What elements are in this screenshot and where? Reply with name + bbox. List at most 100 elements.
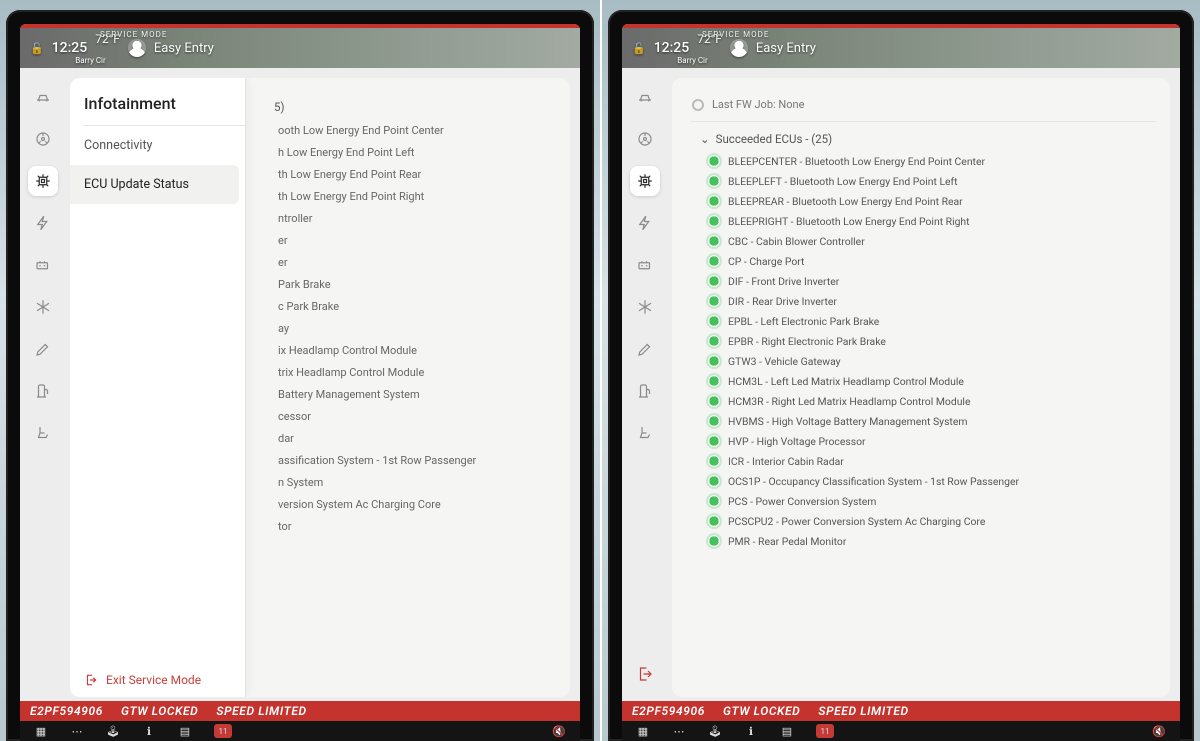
sidebar-fuel-icon[interactable] (28, 376, 58, 406)
ecu-label: Park Brake (278, 278, 331, 291)
sidebar-exit-icon[interactable] (630, 659, 660, 689)
sidebar-bolt-icon[interactable] (630, 208, 660, 238)
ecu-row-fragment[interactable]: dar (278, 428, 556, 448)
ecu-row[interactable]: EPBR - Right Electronic Park Brake (708, 332, 1156, 350)
ecu-row-fragment[interactable]: th Low Energy End Point Right (278, 186, 556, 206)
ecu-row-fragment[interactable]: tor (278, 516, 556, 536)
sidebar-snow-icon[interactable] (28, 292, 58, 322)
chevron-down-icon: ⌄ (700, 132, 710, 146)
submenu-ecu-update[interactable]: ECU Update Status (70, 165, 239, 204)
ecu-row-fragment[interactable]: ooth Low Energy End Point Center (278, 120, 556, 140)
status-ok-icon (708, 335, 720, 347)
status-time: 12:25 (52, 40, 88, 56)
ecu-row[interactable]: BLEEPRIGHT - Bluetooth Low Energy End Po… (708, 212, 1156, 230)
sidebar-pencil-icon[interactable] (28, 334, 58, 364)
sidebar-seat-icon[interactable] (28, 418, 58, 448)
ecu-row[interactable]: GTW3 - Vehicle Gateway (708, 352, 1156, 370)
sidebar-fuel-icon[interactable] (630, 376, 660, 406)
sidebar-battery-icon[interactable] (630, 250, 660, 280)
ecu-label: EPBR - Right Electronic Park Brake (728, 335, 886, 348)
ecu-row[interactable]: PCS - Power Conversion System (708, 492, 1156, 510)
ecu-row[interactable]: HVP - High Voltage Processor (708, 432, 1156, 450)
ecu-row[interactable]: HVBMS - High Voltage Battery Management … (708, 412, 1156, 430)
ecu-row[interactable]: CP - Charge Port (708, 252, 1156, 270)
ecu-row-fragment[interactable]: th Low Energy End Point Rear (278, 164, 556, 184)
ecu-label: er (278, 256, 288, 269)
dock-more-icon[interactable]: ⋯ (70, 724, 84, 738)
dock-info-icon[interactable]: ℹ (744, 724, 758, 738)
ecu-row-fragment[interactable]: version System Ac Charging Core (278, 494, 556, 514)
sidebar-battery-icon[interactable] (28, 250, 58, 280)
submenu-connectivity[interactable]: Connectivity (70, 126, 245, 165)
dock-calendar-icon[interactable]: 11 (214, 724, 232, 738)
ecu-group-header[interactable]: ⌄ Succeeded ECUs - (25) (690, 126, 1156, 152)
dock-app-icon[interactable]: ▦ (636, 724, 650, 738)
dock-more-icon[interactable]: ⋯ (672, 724, 686, 738)
dock-mute-icon[interactable]: 🔇 (552, 724, 566, 738)
sidebar-car-icon[interactable] (28, 82, 58, 112)
dock-grid-icon[interactable]: ▤ (780, 724, 794, 738)
sidebar-cpu-icon[interactable] (630, 166, 660, 196)
ecu-row-fragment[interactable]: ntroller (278, 208, 556, 228)
ecu-row-fragment[interactable]: h Low Energy End Point Left (278, 142, 556, 162)
ecu-label: BLEEPRIGHT - Bluetooth Low Energy End Po… (728, 215, 970, 228)
status-ok-icon (708, 415, 720, 427)
ecu-row-fragment[interactable]: ix Headlamp Control Module (278, 340, 556, 360)
ecu-row-fragment[interactable]: er (278, 252, 556, 272)
ecu-row[interactable]: PCSCPU2 - Power Conversion System Ac Cha… (708, 512, 1156, 530)
sidebar-bolt-icon[interactable] (28, 208, 58, 238)
ecu-row[interactable]: DIF - Front Drive Inverter (708, 272, 1156, 290)
ecu-row-fragment[interactable]: er (278, 230, 556, 250)
ecu-panel: Last FW Job: None ⌄ Succeeded ECUs - (25… (672, 84, 1170, 697)
dock-joystick-icon[interactable]: 🕹 (708, 724, 722, 738)
ecu-row[interactable]: BLEEPREAR - Bluetooth Low Energy End Poi… (708, 192, 1156, 210)
sidebar-car-icon[interactable] (630, 82, 660, 112)
ecu-row[interactable]: HCM3L - Left Led Matrix Headlamp Control… (708, 372, 1156, 390)
ecu-row[interactable]: BLEEPLEFT - Bluetooth Low Energy End Poi… (708, 172, 1156, 190)
dock-info-icon[interactable]: ℹ (142, 724, 156, 738)
ecu-group-header[interactable]: 5) (264, 94, 556, 120)
dock-joystick-icon[interactable]: 🕹 (106, 724, 120, 738)
ecu-row-fragment[interactable]: n System (278, 472, 556, 492)
ecu-row-fragment[interactable]: ay (278, 318, 556, 338)
status-ok-icon (708, 375, 720, 387)
ecu-label: h Low Energy End Point Left (278, 146, 415, 159)
ecu-row-fragment[interactable]: cessor (278, 406, 556, 426)
profile-icon[interactable] (128, 39, 146, 57)
ecu-row[interactable]: ICR - Interior Cabin Radar (708, 452, 1156, 470)
dock-grid-icon[interactable]: ▤ (178, 724, 192, 738)
profile-icon[interactable] (730, 39, 748, 57)
ecu-row-fragment[interactable]: c Park Brake (278, 296, 556, 316)
ecu-row[interactable]: BLEEPCENTER - Bluetooth Low Energy End P… (708, 152, 1156, 170)
dock-calendar-icon[interactable]: 11 (816, 724, 834, 738)
dock-mute-icon[interactable]: 🔇 (1152, 724, 1166, 738)
ecu-row-fragment[interactable]: assification System - 1st Row Passenger (278, 450, 556, 470)
sidebar-wheel-icon[interactable] (630, 124, 660, 154)
profile-name[interactable]: Easy Entry (756, 41, 816, 56)
sidebar-cpu-icon[interactable] (28, 166, 58, 196)
radio-icon (692, 99, 704, 111)
ecu-row[interactable]: CBC - Cabin Blower Controller (708, 232, 1156, 250)
sidebar-wheel-icon[interactable] (28, 124, 58, 154)
ecu-row[interactable]: OCS1P - Occupancy Classification System … (708, 472, 1156, 490)
exit-service-mode-button[interactable]: Exit Service Mode (84, 673, 201, 687)
profile-name[interactable]: Easy Entry (154, 41, 214, 56)
lock-icon: 🔓 (30, 42, 44, 55)
ecu-row-fragment[interactable]: Park Brake (278, 274, 556, 294)
ecu-label: EPBL - Left Electronic Park Brake (728, 315, 879, 328)
sidebar-pencil-icon[interactable] (630, 334, 660, 364)
ecu-label: cessor (278, 410, 311, 423)
dock-app-icon[interactable]: ▦ (34, 724, 48, 738)
ecu-label: HCM3R - Right Led Matrix Headlamp Contro… (728, 395, 970, 408)
ecu-row[interactable]: PMR - Rear Pedal Monitor (708, 532, 1156, 550)
ecu-row[interactable]: EPBL - Left Electronic Park Brake (708, 312, 1156, 330)
ecu-row-fragment[interactable]: trix Headlamp Control Module (278, 362, 556, 382)
sidebar-snow-icon[interactable] (630, 292, 660, 322)
fw-job-row[interactable]: Last FW Job: None (690, 94, 1156, 122)
ecu-row[interactable]: HCM3R - Right Led Matrix Headlamp Contro… (708, 392, 1156, 410)
bottom-dock: ▦ ⋯ 🕹 ℹ ▤ 11 🔇 (622, 721, 1180, 741)
ecu-row-fragment[interactable]: Battery Management System (278, 384, 556, 404)
ecu-row[interactable]: DIR - Rear Drive Inverter (708, 292, 1156, 310)
ecu-label: BLEEPCENTER - Bluetooth Low Energy End P… (728, 155, 985, 168)
sidebar-seat-icon[interactable] (630, 418, 660, 448)
